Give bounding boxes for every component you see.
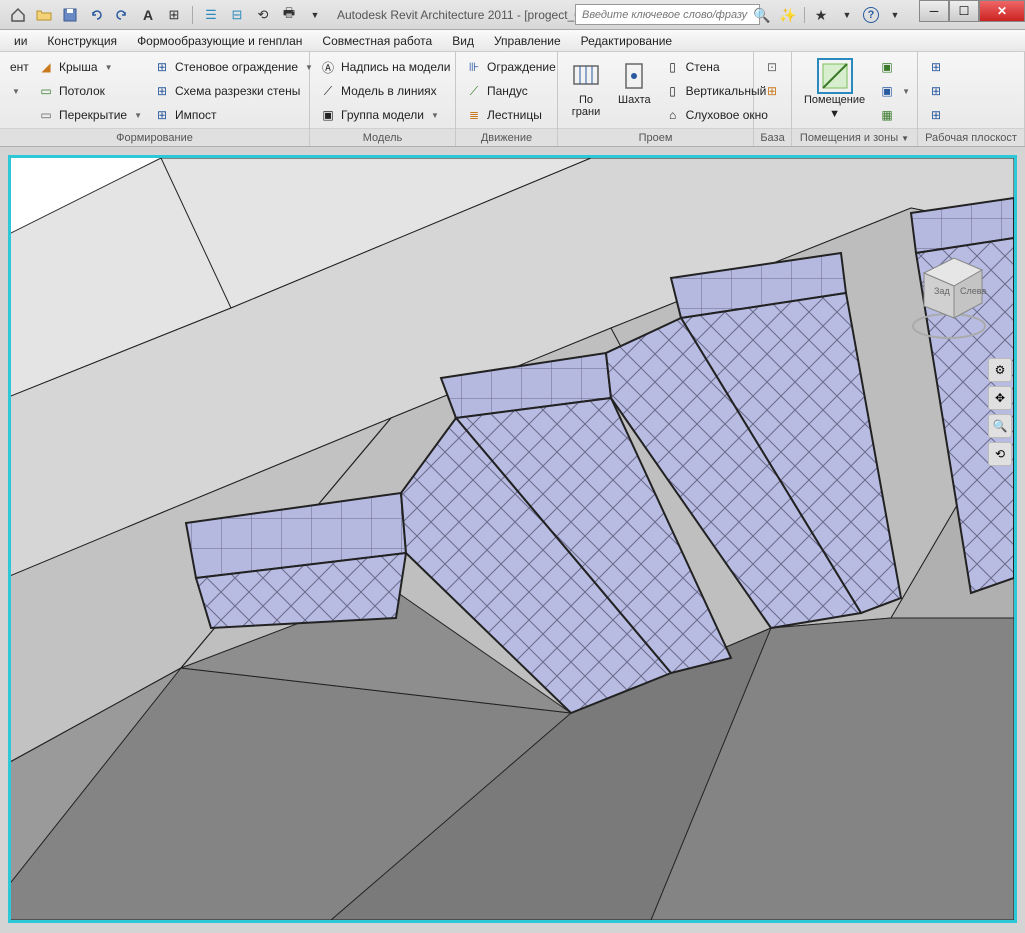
sep xyxy=(804,7,805,23)
navigation-bar: ⚙ ✥ 🔍 ⟲ xyxy=(988,358,1012,466)
qat-redo-icon[interactable] xyxy=(112,5,132,25)
qat-grid-icon[interactable]: ⊞ xyxy=(164,5,184,25)
ribbon-group-dvizhenie: ⊪Ограждение ⟋Пандус ≣Лестницы Движение xyxy=(456,52,558,146)
rabochaya-icon-3[interactable]: ⊞ xyxy=(924,104,948,126)
btn-pandus[interactable]: ⟋Пандус xyxy=(462,80,560,102)
rabochaya-icon-1[interactable]: ⊞ xyxy=(924,56,948,78)
nav-pan-icon[interactable]: ✥ xyxy=(988,386,1012,410)
btn-ograzhdenie[interactable]: ⊪Ограждение xyxy=(462,56,560,78)
viewcube[interactable]: Зад Слева xyxy=(904,238,994,348)
btn-stenovoe-ograzhdenie[interactable]: ⊞Стеновое ограждение▼ xyxy=(150,56,317,78)
3d-viewport[interactable]: — ▣ ✕ xyxy=(8,155,1017,923)
btn-shakhta[interactable]: Шахта xyxy=(612,56,657,106)
qat-text-icon[interactable]: A xyxy=(138,5,158,25)
btn-po-grani[interactable]: По грани xyxy=(564,56,608,118)
btn-potolok[interactable]: ▭Потолок xyxy=(34,80,146,102)
qat-open-icon[interactable] xyxy=(34,5,54,25)
baza-icon-1[interactable]: ⊡ xyxy=(760,56,784,78)
search-icon[interactable]: 🔍 xyxy=(752,5,772,25)
3d-model-render xyxy=(11,158,1014,920)
minimize-button[interactable]: ─ xyxy=(919,0,949,22)
ribbon-group-baza: ⊡ ⊞ База xyxy=(754,52,792,146)
infocenter-tools: 🔍 ✨ ★ ▼ ? ▼ xyxy=(752,0,905,30)
viewcube-face-back: Зад xyxy=(934,286,950,296)
btn-perekrytie[interactable]: ▭Перекрытие▼ xyxy=(34,104,146,126)
btn-impost[interactable]: ⊞Импост xyxy=(150,104,317,126)
btn-model-v-liniyakh[interactable]: ⟋Модель в линиях xyxy=(316,80,454,102)
pomesh-icon-3[interactable]: ▦ xyxy=(875,104,914,126)
tab-konstruktsiya[interactable]: Конструкция xyxy=(37,30,127,51)
qat-home-icon[interactable] xyxy=(8,5,28,25)
close-button[interactable]: ✕ xyxy=(979,0,1025,22)
qat-print-icon[interactable]: 🖶 xyxy=(279,5,299,25)
viewport-container: — ▣ ✕ xyxy=(0,147,1025,933)
btn-lestnitsy[interactable]: ≣Лестницы xyxy=(462,104,560,126)
ribbon-group-pomescheniya: Помещение ▼ ▣ ▣▼ ▦ Помещения и зоны ▼ xyxy=(792,52,918,146)
favorite-icon[interactable]: ★ xyxy=(811,5,831,25)
search-box[interactable] xyxy=(575,4,760,25)
tab-sovmestnaya-rabota[interactable]: Совместная работа xyxy=(312,30,442,51)
pomesh-icon-2[interactable]: ▣▼ xyxy=(875,80,914,102)
tab-formoobrazuyushchie[interactable]: Формообразующие и генплан xyxy=(127,30,312,51)
nav-wheel-icon[interactable]: ⚙ xyxy=(988,358,1012,382)
ribbon: ент ▼ ◢Крыша▼ ▭Потолок ▭Перекрытие▼ ⊞Сте… xyxy=(0,52,1025,147)
qat-dropdown-icon[interactable]: ▼ xyxy=(305,5,325,25)
group-label-rabochaya: Рабочая плоскост xyxy=(918,128,1024,146)
ribbon-group-formirovanie: ент ▼ ◢Крыша▼ ▭Потолок ▭Перекрытие▼ ⊞Сте… xyxy=(0,52,310,146)
group-label-dvizhenie: Движение xyxy=(456,128,557,146)
qat-save-icon[interactable] xyxy=(60,5,80,25)
btn-skhema-razrezki[interactable]: ⊞Схема разрезки стены xyxy=(150,80,317,102)
btn-krysha[interactable]: ◢Крыша▼ xyxy=(34,56,146,78)
help-dropdown-icon[interactable]: ▼ xyxy=(837,5,857,25)
tab-vid[interactable]: Вид xyxy=(442,30,484,51)
group-label-proem: Проем xyxy=(558,128,753,146)
qat-table-icon[interactable]: ⊟ xyxy=(227,5,247,25)
title-bar: A ⊞ ☰ ⊟ ⟲ 🖶 ▼ Autodesk Revit Architectur… xyxy=(0,0,1025,30)
qat-sync-icon[interactable]: ⟲ xyxy=(253,5,273,25)
nav-orbit-icon[interactable]: ⟲ xyxy=(988,442,1012,466)
tab-upravlenie[interactable]: Управление xyxy=(484,30,571,51)
btn-nadpis-na-modeli[interactable]: ⒶНадпись на модели xyxy=(316,56,454,78)
window-controls: ─ ☐ ✕ xyxy=(919,0,1025,22)
ribbon-group-proem: По грани Шахта ▯Стена ▯Вертикальный ⌂Слу… xyxy=(558,52,754,146)
subscription-icon[interactable]: ✨ xyxy=(778,5,798,25)
tab-ii[interactable]: ии xyxy=(4,30,37,51)
qat-list-icon[interactable]: ☰ xyxy=(201,5,221,25)
nav-zoom-icon[interactable]: 🔍 xyxy=(988,414,1012,438)
ribbon-group-model: ⒶНадпись на модели ⟋Модель в линиях ▣Гру… xyxy=(310,52,456,146)
tab-redaktirovanie[interactable]: Редактирование xyxy=(571,30,682,51)
qat-undo-icon[interactable] xyxy=(86,5,106,25)
help-dd-icon[interactable]: ▼ xyxy=(885,5,905,25)
group-label-pomesh: Помещения и зоны ▼ xyxy=(792,128,917,146)
btn-gruppa-modeli[interactable]: ▣Группа модели▼ xyxy=(316,104,454,126)
menu-bar: ии Конструкция Формообразующие и генплан… xyxy=(0,30,1025,52)
group-label-model: Модель xyxy=(310,128,455,146)
pomesh-icon-1[interactable]: ▣ xyxy=(875,56,914,78)
search-input[interactable] xyxy=(575,4,760,25)
ent-dd[interactable]: ▼ xyxy=(6,80,30,102)
quick-access-toolbar: A ⊞ ☰ ⊟ ⟲ 🖶 ▼ xyxy=(0,5,333,25)
ent-label: ент xyxy=(6,56,30,78)
ribbon-group-rabochaya: ⊞ ⊞ ⊞ Рабочая плоскост xyxy=(918,52,1025,146)
btn-pomeshchenie[interactable]: Помещение ▼ xyxy=(798,56,871,120)
baza-icon-2[interactable]: ⊞ xyxy=(760,80,784,102)
group-label-formirovanie: Формирование xyxy=(0,128,309,146)
group-label-baza: База xyxy=(754,128,791,146)
qat-separator xyxy=(192,6,193,24)
rabochaya-icon-2[interactable]: ⊞ xyxy=(924,80,948,102)
help-icon[interactable]: ? xyxy=(863,7,879,23)
maximize-button[interactable]: ☐ xyxy=(949,0,979,22)
viewcube-face-left: Слева xyxy=(960,286,986,296)
